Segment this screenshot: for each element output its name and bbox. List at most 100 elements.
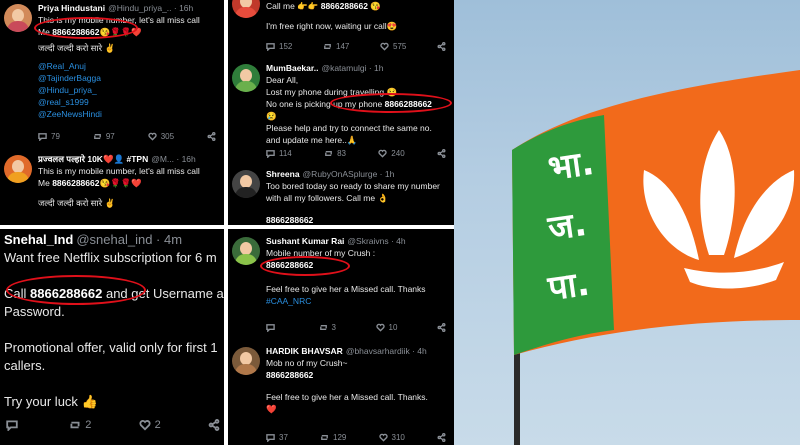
author-name[interactable]: Snehal_Ind: [4, 232, 73, 247]
retweet-count: 3: [331, 322, 336, 332]
tweet-panel-callme: Call me 👉👉 8866288662 😘 I'm free right n…: [228, 0, 454, 225]
share-button[interactable]: [437, 41, 446, 51]
tweet-panel-snehal: Snehal_Ind @snehal_ind · 4m Want free Net…: [0, 229, 224, 445]
flag-script-2: ज.: [545, 204, 589, 249]
phone-number: 8866288662: [266, 370, 314, 380]
tweet-actions: 37 129 310: [266, 431, 446, 443]
author-name[interactable]: HARDIK BHAVSAR: [266, 346, 343, 356]
reply-button[interactable]: 37: [266, 433, 288, 442]
tweet-actions: 152 147 575: [266, 40, 446, 52]
like-button[interactable]: 305: [148, 132, 174, 141]
avatar[interactable]: [232, 170, 260, 198]
tweet-text: and get Username a: [105, 286, 224, 301]
like-count: 240: [391, 148, 405, 158]
tweet-text: Mob no of my Crush~: [266, 358, 348, 368]
reply-icon: [266, 323, 275, 332]
reply-count: 114: [279, 148, 292, 158]
retweet-button[interactable]: 147: [323, 42, 349, 51]
avatar[interactable]: [4, 155, 32, 183]
reply-button[interactable]: [266, 323, 279, 332]
tweet-text: Want free Netflix subscription for 6 m: [4, 250, 217, 265]
author-name[interactable]: Shreena: [266, 169, 300, 179]
tweet-actions: 2 2: [6, 419, 220, 431]
tweet-text: Feel free to give her a Missed call. Tha…: [266, 284, 426, 294]
author-name[interactable]: MumBaekar..: [266, 63, 318, 73]
reply-count: 79: [51, 131, 60, 141]
tweet-text: Too bored today so ready to share my num…: [266, 181, 440, 191]
avatar[interactable]: [232, 64, 260, 92]
tweet-panel-crush: Sushant Kumar Rai @Skraivns · 4h Mobile n…: [228, 229, 454, 445]
like-button[interactable]: 310: [378, 433, 405, 442]
like-count: 2: [154, 419, 161, 431]
share-button[interactable]: [208, 419, 220, 431]
tweet-text: This is my mobile number, let's all miss…: [38, 15, 200, 25]
emoji: 😘🌹🌹❤️: [99, 178, 142, 188]
flag-script-1: भा.: [546, 143, 597, 189]
retweet-icon: [321, 434, 328, 440]
retweet-button[interactable]: 129: [320, 433, 346, 442]
retweet-button[interactable]: 97: [93, 132, 115, 141]
mention-link[interactable]: @TajinderBagga: [38, 72, 220, 84]
mention-link[interactable]: @ZeeNewsHindi: [38, 108, 220, 120]
retweet-count: 2: [85, 419, 92, 431]
reply-icon: [266, 433, 275, 442]
reply-button[interactable]: 79: [38, 132, 60, 141]
retweet-count: 83: [337, 148, 346, 158]
tweet-text: Mobile number of my Crush :: [266, 248, 376, 258]
flag-illustration: भा. ज. पा.: [512, 70, 800, 445]
avatar[interactable]: [232, 237, 260, 265]
mention-link[interactable]: @Real_Anuj: [38, 60, 220, 72]
share-button[interactable]: [437, 432, 446, 442]
like-button[interactable]: 575: [380, 42, 406, 51]
share-button[interactable]: [207, 131, 216, 141]
like-count: 305: [160, 131, 175, 141]
share-icon: [207, 131, 216, 141]
emoji: ❤️: [266, 404, 277, 414]
share-button[interactable]: [437, 322, 446, 332]
divider: [224, 0, 228, 445]
phone-number: 8866288662: [320, 1, 368, 11]
tweet-text: No one is picking up my phone: [266, 99, 383, 109]
like-button[interactable]: 10: [375, 323, 397, 332]
avatar[interactable]: [4, 4, 32, 32]
reply-button[interactable]: 152: [266, 42, 292, 51]
tweet-text: with all my followers. Call me 👌: [266, 193, 389, 203]
emoji: 😘🌹🌹❤️: [99, 27, 142, 37]
retweet-icon: [70, 421, 80, 429]
retweet-count: 129: [333, 432, 347, 442]
mention-link[interactable]: @real_s1999: [38, 96, 220, 108]
heart-icon: [380, 42, 389, 51]
author-handle: @M... · 16h: [151, 154, 196, 164]
emoji: 😢: [266, 111, 277, 121]
like-count: 575: [393, 41, 407, 51]
reply-icon: [38, 132, 47, 141]
author-name[interactable]: Sushant Kumar Rai: [266, 236, 344, 246]
retweet-button[interactable]: 83: [324, 149, 346, 158]
author-handle: @katamulgi · 1h: [321, 63, 384, 73]
mention-link[interactable]: @Hindu_priya_: [38, 84, 220, 96]
like-button[interactable]: 2: [139, 416, 161, 434]
hashtag-link[interactable]: #CAA_NRC: [266, 295, 450, 307]
reply-button[interactable]: [6, 419, 22, 431]
tweet-text: Me: [38, 178, 50, 188]
share-button[interactable]: [437, 148, 446, 158]
reply-button[interactable]: 114: [266, 149, 292, 158]
like-button[interactable]: 240: [378, 148, 405, 158]
tweet-actions: 114 83 240: [266, 147, 446, 159]
author-name[interactable]: प्रज्वलल पल्हारे 10K❤️👤 #TPN: [38, 154, 148, 164]
tweet-actions: 79 97 305: [38, 130, 216, 142]
tweet-text: Call: [4, 286, 27, 301]
share-icon: [437, 41, 446, 51]
author-name[interactable]: Priya Hindustani: [38, 3, 105, 13]
author-handle: @bhavsarhardiik · 4h: [345, 346, 427, 356]
avatar[interactable]: [232, 347, 260, 375]
author-handle: @snehal_ind · 4m: [76, 232, 183, 247]
retweet-button[interactable]: 2: [69, 416, 91, 434]
retweet-count: 147: [336, 41, 350, 51]
retweet-button[interactable]: 3: [319, 323, 336, 332]
share-icon: [437, 322, 446, 332]
bjp-flag-photo: भा. ज. पा.: [454, 0, 800, 445]
avatar[interactable]: [232, 0, 260, 18]
tweet-text: and update me here..🙏: [266, 135, 358, 145]
tweet-text: Dear All,: [266, 75, 299, 85]
